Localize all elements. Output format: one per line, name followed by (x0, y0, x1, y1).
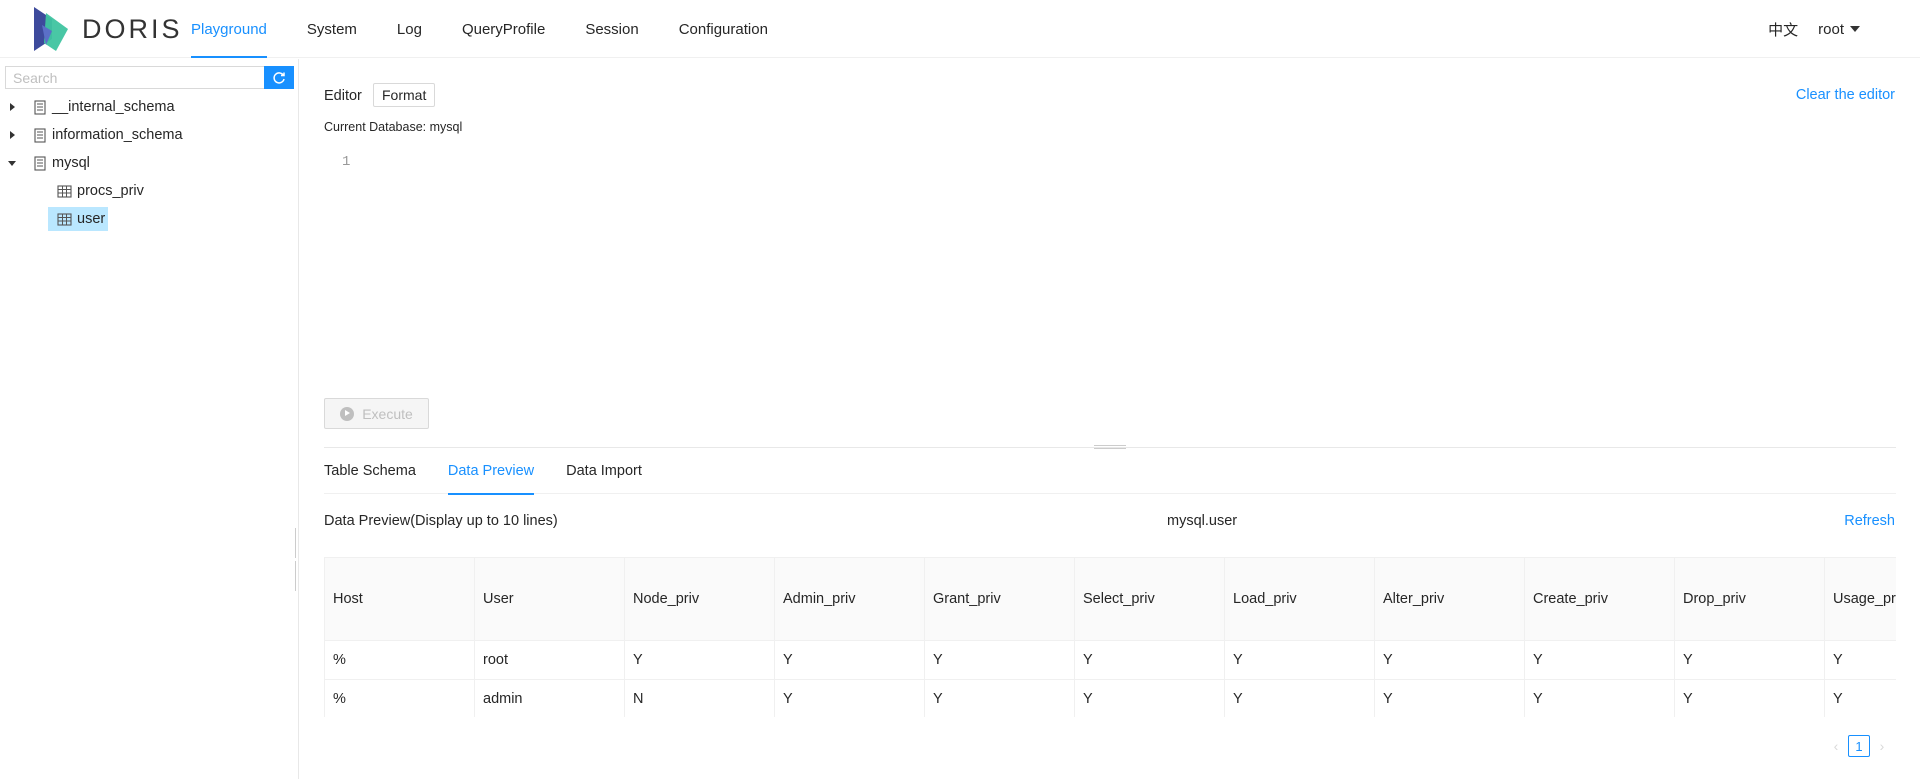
tree-node-internal-schema: __internal_schema (0, 93, 299, 121)
sidebar-resize-handle[interactable] (295, 528, 298, 591)
tree-node-label[interactable]: mysql (30, 151, 93, 175)
refresh-link[interactable]: Refresh (1844, 513, 1895, 529)
table-icon (57, 212, 72, 226)
main-nav: Playground System Log QueryProfile Sessi… (171, 0, 788, 58)
table-cell: Y (1074, 640, 1225, 680)
caret-down-icon (1850, 26, 1860, 32)
tree-node-user: user (0, 205, 299, 233)
table-row: % admin N Y Y Y Y Y Y Y Y (324, 679, 1896, 717)
format-button[interactable]: Format (373, 83, 436, 107)
preview-table-name: mysql.user (1167, 513, 1238, 529)
table-cell: Y (1374, 640, 1525, 680)
column-header: Drop_priv (1674, 557, 1825, 641)
table-cell: Y (1674, 679, 1825, 717)
nav-playground[interactable]: Playground (171, 0, 287, 58)
column-header: Create_priv (1524, 557, 1675, 641)
doris-logo[interactable]: DORIS (32, 5, 183, 53)
nav-session[interactable]: Session (565, 0, 658, 58)
database-icon (34, 99, 46, 115)
header-right: 中文 root (1768, 0, 1860, 58)
language-switch[interactable]: 中文 (1768, 19, 1798, 40)
table-cell: % (324, 679, 475, 717)
table-cell: Y (1224, 679, 1375, 717)
clear-editor-link[interactable]: Clear the editor (1796, 87, 1895, 103)
database-icon (34, 155, 46, 171)
tree-node-information-schema: information_schema (0, 121, 299, 149)
tree-node-label[interactable]: information_schema (30, 123, 186, 147)
preview-title: Data Preview(Display up to 10 lines) (324, 513, 558, 529)
table-cell: % (324, 640, 475, 680)
table-cell: Y (924, 640, 1075, 680)
prev-page-icon[interactable]: ‹ (1828, 735, 1844, 757)
table-cell: Y (774, 679, 925, 717)
tree-node-label[interactable]: __internal_schema (30, 95, 178, 119)
editor-label: Editor (324, 88, 362, 104)
database-tree: __internal_schema information_schema mys… (0, 93, 299, 233)
table-cell: Y (1374, 679, 1525, 717)
table-cell: Y (1224, 640, 1375, 680)
tree-node-label[interactable]: procs_priv (54, 179, 147, 203)
table-icon (57, 184, 72, 198)
main-panel: Editor Format Clear the editor Current D… (300, 59, 1920, 779)
column-header: Usage_priv (1824, 557, 1896, 641)
refresh-tree-button[interactable] (264, 66, 294, 89)
nav-log[interactable]: Log (377, 0, 442, 58)
table-cell: Y (1524, 640, 1675, 680)
preview-table: Host User Node_priv Admin_priv Grant_pri… (324, 557, 1896, 717)
table-cell: Y (624, 640, 775, 680)
column-header: User (474, 557, 625, 641)
column-header: Node_priv (624, 557, 775, 641)
table-cell: N (624, 679, 775, 717)
table-cell: admin (474, 679, 625, 717)
tab-table-schema[interactable]: Table Schema (324, 448, 416, 494)
current-database: Current Database: mysql (324, 120, 463, 134)
pagination: ‹ 1 › (1828, 735, 1890, 757)
tab-data-import[interactable]: Data Import (566, 448, 642, 494)
column-header: Host (324, 557, 475, 641)
tree-node-mysql: mysql (0, 149, 299, 177)
column-header: Load_priv (1224, 557, 1375, 641)
tab-data-preview[interactable]: Data Preview (447, 448, 535, 495)
tree-node-label[interactable]: user (48, 207, 109, 231)
collapse-icon[interactable] (6, 157, 18, 169)
table-cell: Y (1824, 640, 1896, 680)
result-tabs: Table Schema Data Preview Data Import (324, 448, 1896, 495)
user-name: root (1818, 20, 1844, 38)
execute-button[interactable]: Execute (324, 398, 429, 429)
table-cell: Y (1674, 640, 1825, 680)
table-cell: Y (1524, 679, 1675, 717)
expand-icon[interactable] (6, 101, 18, 113)
nav-configuration[interactable]: Configuration (659, 0, 788, 58)
database-sidebar: __internal_schema information_schema (0, 59, 299, 779)
top-header: DORIS Playground System Log QueryProfile… (0, 0, 1920, 58)
column-header: Alter_priv (1374, 557, 1525, 641)
line-number: 1 (342, 154, 351, 170)
column-header: Grant_priv (924, 557, 1075, 641)
search-input[interactable] (5, 66, 264, 89)
search-bar (5, 66, 294, 89)
nav-queryprofile[interactable]: QueryProfile (442, 0, 565, 58)
table-cell: Y (1824, 679, 1896, 717)
preview-table-container[interactable]: Host User Node_priv Admin_priv Grant_pri… (324, 557, 1896, 717)
table-cell: Y (774, 640, 925, 680)
reload-icon (273, 71, 285, 84)
column-header: Select_priv (1074, 557, 1225, 641)
table-header-row: Host User Node_priv Admin_priv Grant_pri… (324, 557, 1896, 641)
user-menu[interactable]: root (1818, 21, 1860, 38)
table-cell: Y (1074, 679, 1225, 717)
next-page-icon[interactable]: › (1874, 735, 1890, 757)
column-header: Admin_priv (774, 557, 925, 641)
tree-node-procs-priv: procs_priv (0, 177, 299, 205)
nav-system[interactable]: System (287, 0, 377, 58)
play-circle-icon (340, 406, 355, 421)
page-number[interactable]: 1 (1848, 735, 1870, 757)
database-icon (34, 127, 46, 143)
table-cell: root (474, 640, 625, 680)
doris-logo-icon (34, 7, 68, 51)
expand-icon[interactable] (6, 129, 18, 141)
logo-text: DORIS (82, 13, 183, 44)
table-row: % root Y Y Y Y Y Y Y Y Y (324, 640, 1896, 680)
table-cell: Y (924, 679, 1075, 717)
sql-editor[interactable]: 1 (324, 145, 1896, 355)
